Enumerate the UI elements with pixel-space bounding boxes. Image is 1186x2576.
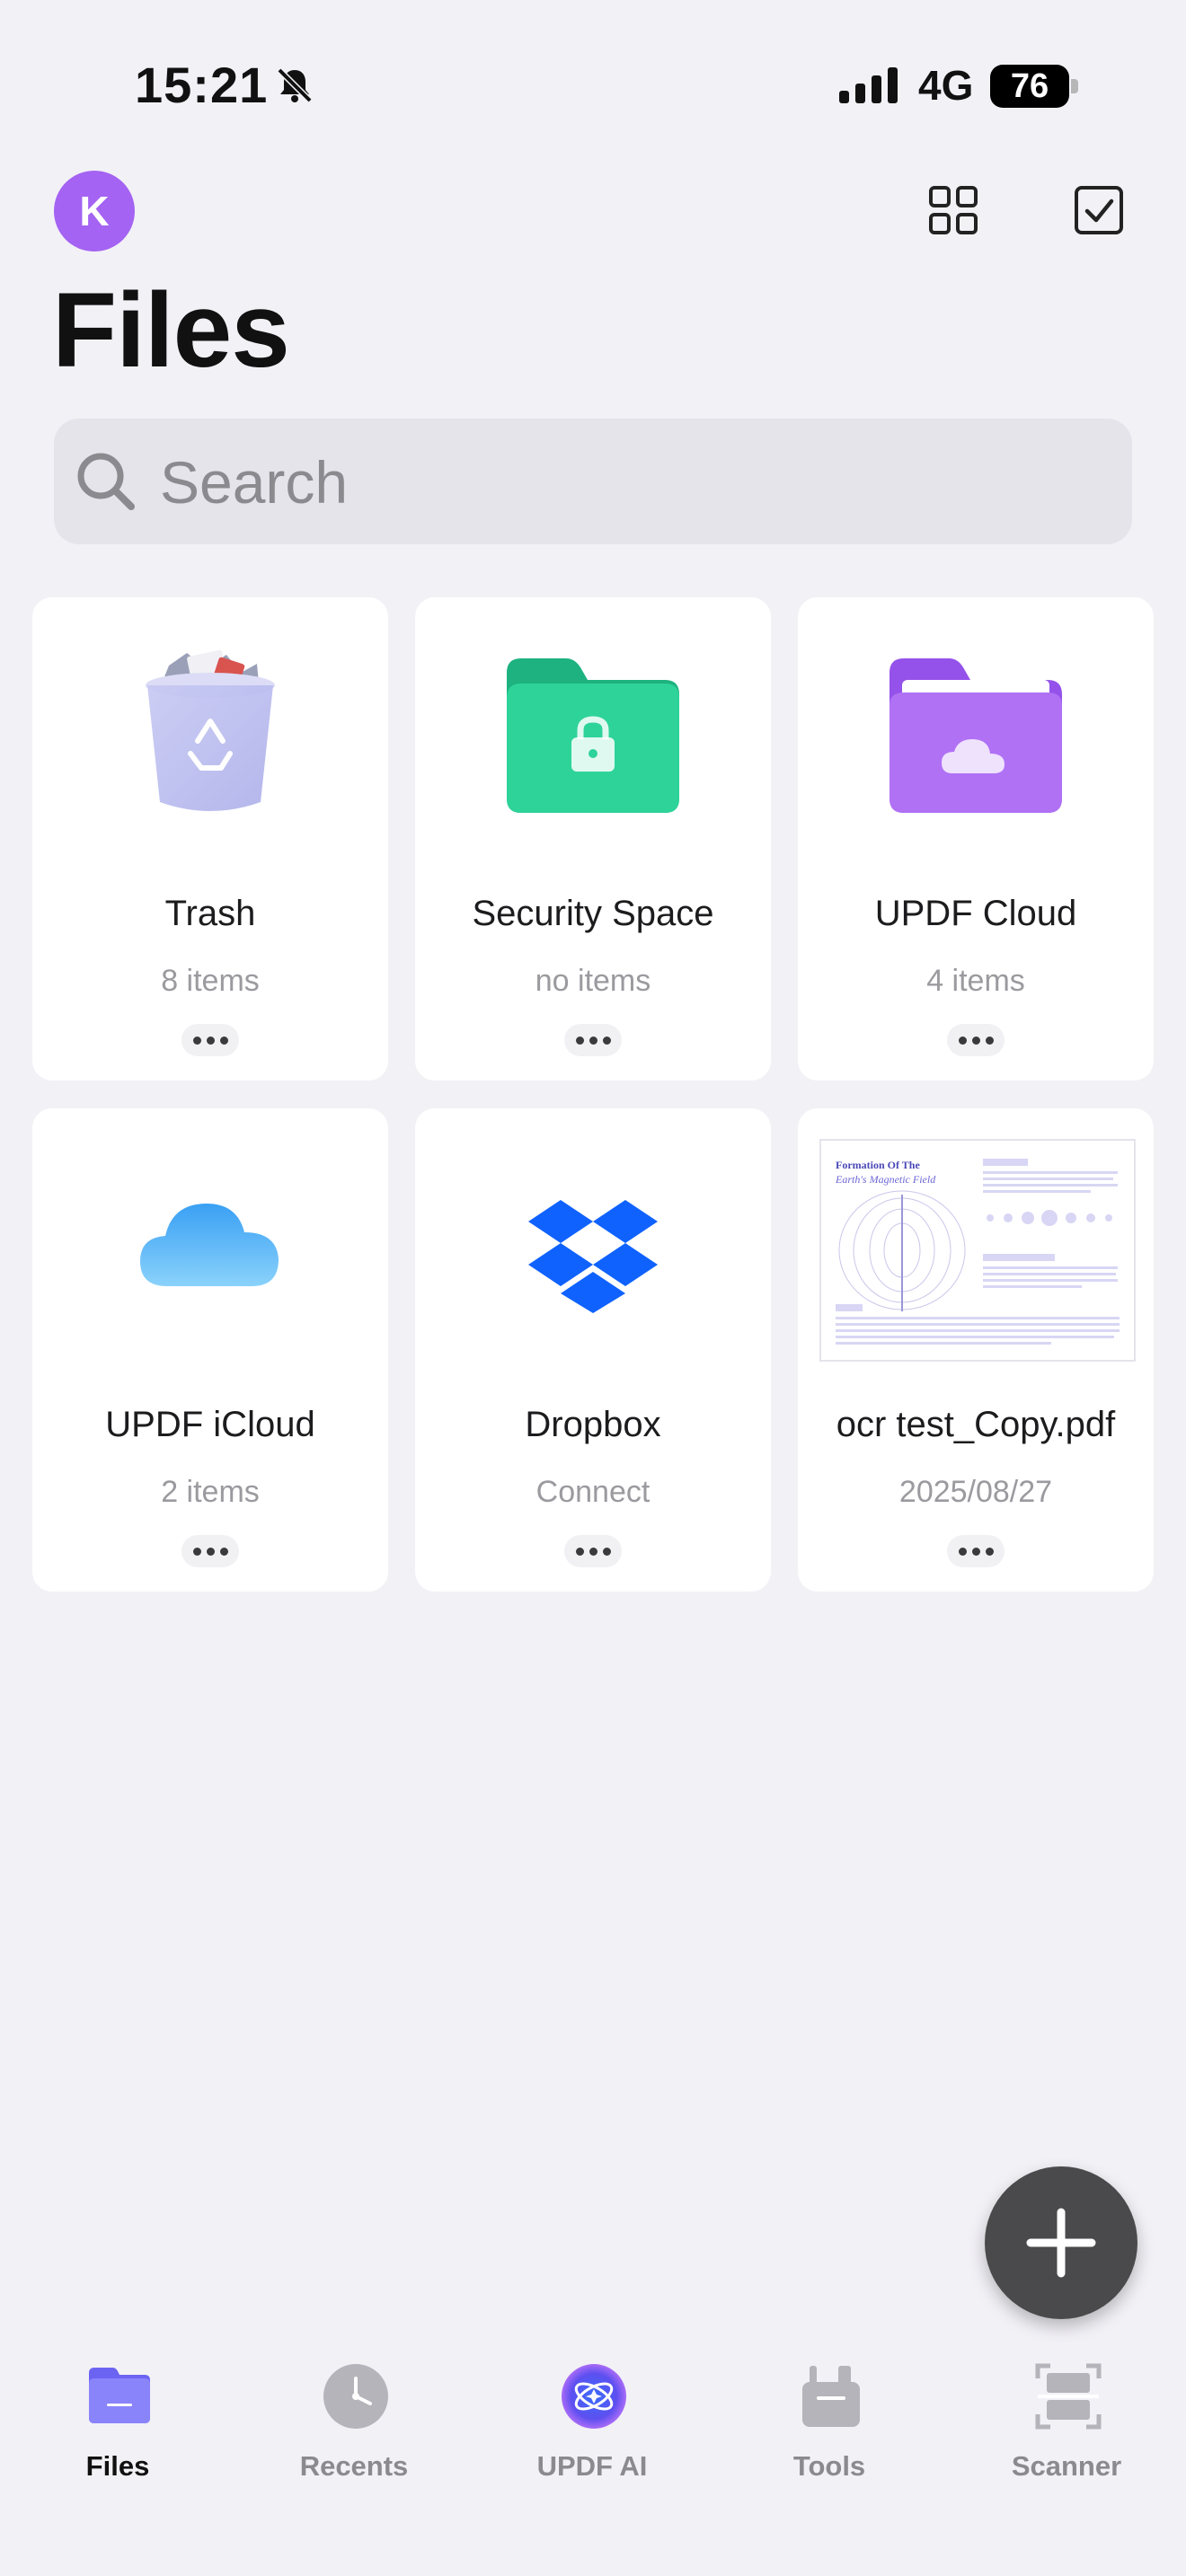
plus-icon (1026, 2208, 1096, 2278)
grid-view-icon[interactable] (927, 184, 979, 236)
card-title: UPDF iCloud (105, 1405, 315, 1444)
battery-indicator: 76 (990, 65, 1078, 108)
tab-scanner[interactable]: Scanner (968, 2362, 1165, 2497)
more-options-button[interactable] (564, 1024, 622, 1056)
battery-level: 76 (1010, 67, 1049, 105)
card-title: Trash (164, 894, 256, 933)
tab-label: Files (85, 2450, 150, 2482)
card-title: ocr test_Copy.pdf (836, 1405, 1116, 1444)
pdf-thumbnail: Formation Of The Earth's Magnetic Field (819, 1139, 1136, 1362)
toolbox-icon (802, 2366, 860, 2427)
icloud-icon (140, 1204, 279, 1286)
folder-icon (89, 2368, 150, 2423)
locked-folder-icon (507, 658, 679, 813)
clock-icon (323, 2364, 388, 2429)
status-bar: 15:21 4G 76 (0, 0, 1186, 171)
scanner-icon (1035, 2363, 1102, 2430)
tab-updf-ai[interactable]: UPDF AI (493, 2362, 691, 2497)
card-title: Dropbox (525, 1405, 661, 1444)
tab-label: Tools (792, 2450, 866, 2482)
card-updf-icloud[interactable]: UPDF iCloud 2 items (32, 1108, 388, 1592)
dropbox-icon (528, 1200, 658, 1313)
page-title: Files (52, 271, 290, 390)
card-title: Security Space (472, 894, 714, 933)
card-security-space[interactable]: Security Space no items (415, 597, 771, 1081)
more-options-button[interactable] (181, 1024, 239, 1056)
avatar[interactable]: K (54, 171, 135, 251)
more-options-button[interactable] (564, 1535, 622, 1567)
search-bar[interactable] (54, 419, 1132, 546)
card-dropbox[interactable]: Dropbox Connect (415, 1108, 771, 1592)
more-options-button[interactable] (947, 1535, 1005, 1567)
ai-icon (562, 2364, 626, 2429)
card-pdf-file[interactable]: Formation Of The Earth's Magnetic Field (798, 1108, 1154, 1592)
tab-label: Scanner (1011, 2450, 1122, 2482)
tab-recents[interactable]: Recents (255, 2362, 453, 2497)
select-checkbox-icon[interactable] (1073, 184, 1125, 236)
card-subtitle: 2 items (161, 1475, 260, 1509)
more-options-button[interactable] (947, 1024, 1005, 1056)
card-subtitle: no items (535, 964, 651, 998)
search-input[interactable] (158, 419, 1096, 546)
tab-label: UPDF AI (536, 2450, 648, 2482)
card-subtitle: 2025/08/27 (898, 1475, 1053, 1509)
search-icon (77, 453, 135, 510)
cloud-folder-icon (890, 658, 1062, 813)
status-time: 15:21 (135, 57, 269, 113)
more-options-button[interactable] (181, 1535, 239, 1567)
card-subtitle: 4 items (926, 964, 1025, 998)
add-button[interactable] (985, 2166, 1137, 2319)
tab-tools[interactable]: Tools (730, 2362, 928, 2497)
card-subtitle: 8 items (161, 964, 260, 998)
tab-files[interactable]: Files (19, 2362, 217, 2497)
card-updf-cloud[interactable]: UPDF Cloud 4 items (798, 597, 1154, 1081)
card-trash[interactable]: Trash 8 items (32, 597, 388, 1081)
trash-bin-icon (146, 649, 275, 811)
signal-icon (839, 67, 898, 103)
network-type: 4G (918, 62, 974, 109)
bell-muted-icon (277, 67, 313, 103)
tab-bar: Files Recents UPDF AI Tools Scanner (0, 2335, 1186, 2576)
card-subtitle: Connect (535, 1475, 651, 1509)
card-title: UPDF Cloud (874, 894, 1077, 933)
tab-label: Recents (299, 2450, 409, 2482)
